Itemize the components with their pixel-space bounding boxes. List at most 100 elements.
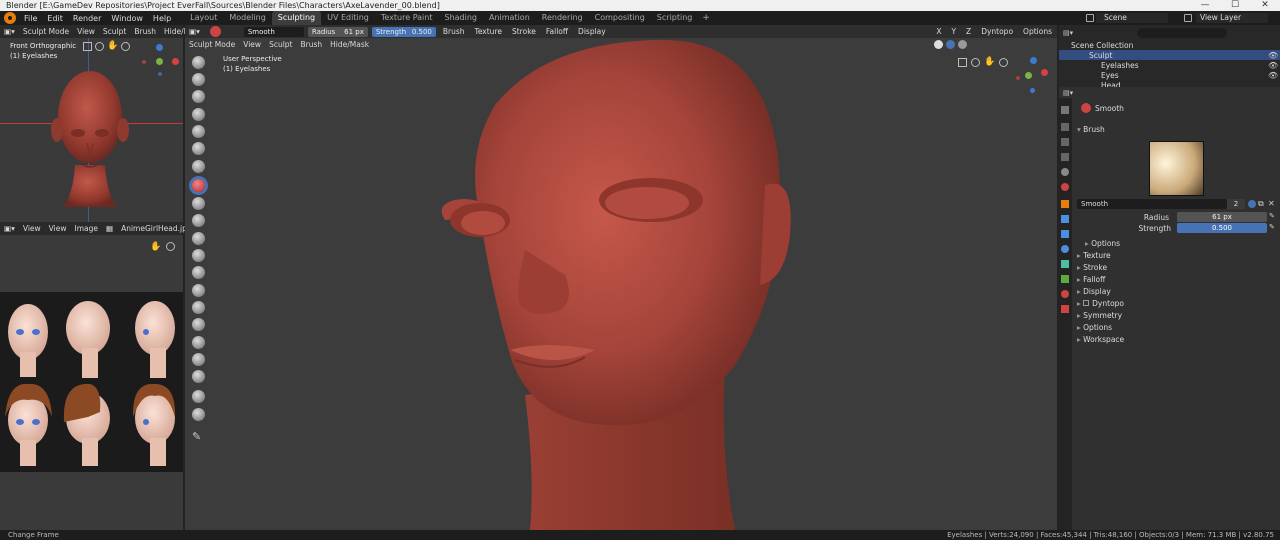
stroke-section[interactable]: Stroke	[1077, 263, 1107, 272]
clay-brush-icon[interactable]	[192, 90, 205, 103]
editor-type-icon[interactable]: ▣▾	[0, 27, 19, 36]
main-mode-selector[interactable]: Sculpt Mode	[185, 40, 239, 49]
shading-rendered-icon[interactable]	[958, 39, 967, 49]
scene-selector[interactable]: Scene	[1096, 13, 1168, 23]
tab-uv-editing[interactable]: UV Editing	[321, 11, 375, 25]
outliner[interactable]: ▤▾ Scene Collection Sculpt Eyelashes Eye…	[1059, 25, 1280, 90]
falloff-section[interactable]: Falloff	[1077, 275, 1105, 284]
world-tab-icon[interactable]	[1061, 183, 1069, 191]
shading-solid-icon[interactable]	[934, 39, 943, 49]
symmetry-section[interactable]: Symmetry	[1077, 311, 1122, 320]
scene-tab-icon[interactable]	[1061, 168, 1069, 176]
object-tab-icon[interactable]	[1061, 200, 1069, 208]
brush-name-field[interactable]: Smooth	[243, 26, 304, 37]
falloff-dropdown[interactable]: Falloff	[541, 27, 573, 36]
simplify-brush-icon[interactable]	[192, 370, 205, 383]
outliner-search-input[interactable]	[1137, 28, 1227, 38]
radius-slider[interactable]: 61 px	[1177, 212, 1267, 222]
draw-sharp-brush-icon[interactable]	[192, 73, 205, 86]
flatten-brush-icon[interactable]	[192, 214, 205, 227]
visibility-eye-icon[interactable]: 👁	[1268, 71, 1278, 80]
brush-preview-icon[interactable]	[210, 26, 221, 37]
tab-shading[interactable]: Shading	[438, 11, 483, 25]
particles-tab-icon[interactable]	[1061, 230, 1069, 238]
box-mask-icon[interactable]	[192, 408, 205, 421]
modifier-tab-icon[interactable]	[1061, 215, 1069, 223]
menu-file[interactable]: File	[19, 14, 42, 23]
inflate-brush-icon[interactable]	[192, 142, 205, 155]
menu-window[interactable]: Window	[106, 14, 148, 23]
image-name[interactable]: AnimeGirlHead.jpg	[117, 224, 196, 233]
texture-section[interactable]: Texture	[1077, 251, 1110, 260]
hand-pan-icon[interactable]: ✋	[150, 242, 161, 252]
menu-edit[interactable]: Edit	[42, 14, 68, 23]
main-menu-hide-mask[interactable]: Hide/Mask	[326, 40, 373, 49]
brush-section-header[interactable]: Brush	[1077, 125, 1105, 134]
left-menu-brush[interactable]: Brush	[130, 27, 160, 36]
left-viewport[interactable]: Front Orthographic (1) Eyelashes	[0, 25, 183, 222]
display-section[interactable]: Display	[1077, 287, 1111, 296]
blob-brush-icon[interactable]	[192, 160, 205, 173]
main-menu-sculpt[interactable]: Sculpt	[265, 40, 296, 49]
main-editor-type-icon[interactable]: ▣▾	[185, 27, 204, 36]
camera-icon[interactable]	[971, 58, 980, 67]
image-menu-view-dropdown[interactable]: View	[19, 224, 45, 233]
pinch-brush-icon[interactable]	[192, 266, 205, 279]
pressure-toggle-icon[interactable]: ✎	[1269, 223, 1275, 231]
stroke-dropdown[interactable]: Stroke	[507, 27, 541, 36]
material-tab-icon[interactable]	[1061, 290, 1069, 298]
image-editor-bottom[interactable]	[0, 472, 183, 530]
outliner-item-eyes[interactable]: Eyes	[1101, 71, 1119, 80]
shading-material-icon[interactable]	[946, 39, 955, 49]
add-workspace-button[interactable]: +	[698, 13, 714, 23]
left-menu-view[interactable]: View	[73, 27, 99, 36]
tab-compositing[interactable]: Compositing	[589, 11, 651, 25]
symmetry-y-toggle[interactable]: Y	[946, 27, 961, 36]
outliner-type-icon[interactable]: ▤▾	[1063, 29, 1103, 38]
main-menu-view[interactable]: View	[239, 40, 265, 49]
options-subsection[interactable]: Options	[1085, 239, 1120, 248]
menu-help[interactable]: Help	[148, 14, 176, 23]
maximize-button[interactable]: ☐	[1220, 0, 1250, 11]
snake-hook-brush-icon[interactable]	[192, 301, 205, 314]
rotate-brush-icon[interactable]	[192, 353, 205, 366]
brush-users-count[interactable]: 2	[1227, 199, 1245, 209]
brush-texture-preview[interactable]	[1149, 141, 1204, 196]
dyntopo-section[interactable]: Dyntopo	[1077, 299, 1124, 308]
annotate-icon[interactable]: ✎	[192, 430, 201, 443]
scrape-brush-icon[interactable]	[192, 249, 205, 262]
scene-collection-label[interactable]: Scene Collection	[1071, 41, 1133, 50]
strength-field[interactable]: Strength 0.500	[371, 26, 436, 37]
crease-brush-icon[interactable]	[192, 197, 205, 210]
close-button[interactable]: ✕	[1250, 0, 1280, 11]
camera-icon[interactable]	[95, 42, 104, 51]
image-menu-image[interactable]: Image	[70, 224, 102, 233]
main-menu-brush[interactable]: Brush	[297, 40, 327, 49]
grid-icon[interactable]	[958, 58, 967, 67]
grid-icon[interactable]	[83, 42, 92, 51]
constraints-tab-icon[interactable]	[1061, 260, 1069, 268]
physics-tab-icon[interactable]	[1061, 245, 1069, 253]
tab-layout[interactable]: Layout	[184, 11, 223, 25]
tab-sculpting[interactable]: Sculpting	[271, 11, 322, 25]
unlink-brush-icon[interactable]: ✕	[1268, 199, 1275, 208]
main-viewport[interactable]: User Perspective (1) Eyelashes	[185, 25, 1057, 530]
brush-dropdown[interactable]: Brush	[438, 27, 470, 36]
symmetry-x-toggle[interactable]: X	[931, 27, 946, 36]
display-dropdown[interactable]: Display	[573, 27, 611, 36]
nudge-brush-icon[interactable]	[192, 336, 205, 349]
hand-pan-icon[interactable]: ✋	[984, 58, 995, 67]
mask-brush-icon[interactable]	[192, 390, 205, 403]
symmetry-z-toggle[interactable]: Z	[961, 27, 976, 36]
dyntopo-toggle[interactable]: Dyntopo	[976, 27, 1018, 36]
texture-tab-icon[interactable]	[1061, 305, 1069, 313]
output-tab-icon[interactable]	[1061, 138, 1069, 146]
options-section[interactable]: Options	[1077, 323, 1112, 332]
radius-field[interactable]: Radius 61 px	[307, 26, 368, 37]
image-menu-view[interactable]: View	[45, 224, 71, 233]
left-mode-selector[interactable]: Sculpt Mode	[19, 27, 73, 36]
view-layer-selector[interactable]: View Layer	[1196, 13, 1268, 23]
layer-brush-icon[interactable]	[192, 125, 205, 138]
dyntopo-checkbox[interactable]	[1083, 300, 1090, 306]
tool-tab-icon[interactable]	[1061, 106, 1069, 114]
